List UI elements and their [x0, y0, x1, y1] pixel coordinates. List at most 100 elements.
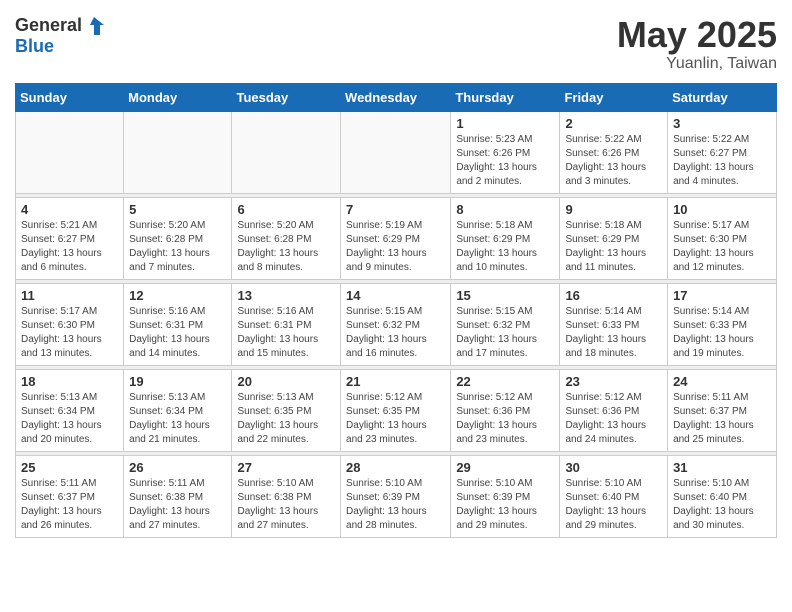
week-row-2: 4 Sunrise: 5:21 AM Sunset: 6:27 PM Daylig…	[16, 197, 777, 279]
day-info: Sunrise: 5:13 AM Sunset: 6:35 PM Dayligh…	[237, 391, 335, 447]
day-info: Sunrise: 5:17 AM Sunset: 6:30 PM Dayligh…	[673, 219, 771, 275]
day-number: 3	[673, 116, 771, 131]
day-info: Sunrise: 5:17 AM Sunset: 6:30 PM Dayligh…	[21, 305, 118, 361]
day-info: Sunrise: 5:10 AM Sunset: 6:39 PM Dayligh…	[456, 477, 554, 533]
day-info: Sunrise: 5:13 AM Sunset: 6:34 PM Dayligh…	[21, 391, 118, 447]
calendar-cell: 1 Sunrise: 5:23 AM Sunset: 6:26 PM Daylig…	[451, 111, 560, 193]
week-row-3: 11 Sunrise: 5:17 AM Sunset: 6:30 PM Dayli…	[16, 283, 777, 365]
day-number: 29	[456, 460, 554, 475]
day-info: Sunrise: 5:19 AM Sunset: 6:29 PM Dayligh…	[346, 219, 445, 275]
day-info: Sunrise: 5:23 AM Sunset: 6:26 PM Dayligh…	[456, 133, 554, 189]
day-info: Sunrise: 5:15 AM Sunset: 6:32 PM Dayligh…	[346, 305, 445, 361]
logo-general: General	[15, 16, 82, 36]
calendar-cell: 15Sunrise: 5:15 AM Sunset: 6:32 PM Dayli…	[451, 283, 560, 365]
weekday-header-wednesday: Wednesday	[341, 83, 451, 111]
day-info: Sunrise: 5:18 AM Sunset: 6:29 PM Dayligh…	[456, 219, 554, 275]
day-info: Sunrise: 5:10 AM Sunset: 6:40 PM Dayligh…	[673, 477, 771, 533]
calendar-cell: 5 Sunrise: 5:20 AM Sunset: 6:28 PM Daylig…	[124, 197, 232, 279]
calendar-table: SundayMondayTuesdayWednesdayThursdayFrid…	[15, 83, 777, 538]
calendar-cell: 22Sunrise: 5:12 AM Sunset: 6:36 PM Dayli…	[451, 369, 560, 451]
day-number: 17	[673, 288, 771, 303]
day-number: 16	[565, 288, 662, 303]
weekday-header-row: SundayMondayTuesdayWednesdayThursdayFrid…	[16, 83, 777, 111]
day-info: Sunrise: 5:22 AM Sunset: 6:26 PM Dayligh…	[565, 133, 662, 189]
week-row-5: 25 Sunrise: 5:11 AM Sunset: 6:37 PM Dayli…	[16, 455, 777, 537]
calendar-cell: 17 Sunrise: 5:14 AM Sunset: 6:33 PM Dayli…	[668, 283, 777, 365]
day-info: Sunrise: 5:10 AM Sunset: 6:38 PM Dayligh…	[237, 477, 335, 533]
day-info: Sunrise: 5:20 AM Sunset: 6:28 PM Dayligh…	[129, 219, 226, 275]
day-info: Sunrise: 5:22 AM Sunset: 6:27 PM Dayligh…	[673, 133, 771, 189]
day-number: 14	[346, 288, 445, 303]
weekday-header-friday: Friday	[560, 83, 668, 111]
month-title: May 2025	[617, 15, 777, 55]
calendar-cell: 21 Sunrise: 5:12 AM Sunset: 6:35 PM Dayli…	[341, 369, 451, 451]
calendar-cell: 25 Sunrise: 5:11 AM Sunset: 6:37 PM Dayli…	[16, 455, 124, 537]
calendar-cell: 10 Sunrise: 5:17 AM Sunset: 6:30 PM Dayli…	[668, 197, 777, 279]
calendar-cell: 3 Sunrise: 5:22 AM Sunset: 6:27 PM Daylig…	[668, 111, 777, 193]
day-info: Sunrise: 5:12 AM Sunset: 6:36 PM Dayligh…	[565, 391, 662, 447]
logo-text: General Blue	[15, 15, 106, 57]
calendar-cell: 30Sunrise: 5:10 AM Sunset: 6:40 PM Dayli…	[560, 455, 668, 537]
calendar-cell: 31 Sunrise: 5:10 AM Sunset: 6:40 PM Dayli…	[668, 455, 777, 537]
day-number: 10	[673, 202, 771, 217]
day-info: Sunrise: 5:11 AM Sunset: 6:37 PM Dayligh…	[673, 391, 771, 447]
day-number: 9	[565, 202, 662, 217]
calendar-cell: 14 Sunrise: 5:15 AM Sunset: 6:32 PM Dayli…	[341, 283, 451, 365]
page-header: General Blue May 2025 Yuanlin, Taiwan	[15, 15, 777, 73]
calendar-cell: 23 Sunrise: 5:12 AM Sunset: 6:36 PM Dayli…	[560, 369, 668, 451]
day-number: 6	[237, 202, 335, 217]
calendar-cell	[16, 111, 124, 193]
day-number: 12	[129, 288, 226, 303]
weekday-header-sunday: Sunday	[16, 83, 124, 111]
day-number: 28	[346, 460, 445, 475]
week-row-1: 1 Sunrise: 5:23 AM Sunset: 6:26 PM Daylig…	[16, 111, 777, 193]
day-number: 5	[129, 202, 226, 217]
logo: General Blue	[15, 15, 106, 57]
day-info: Sunrise: 5:16 AM Sunset: 6:31 PM Dayligh…	[237, 305, 335, 361]
calendar-cell	[341, 111, 451, 193]
week-row-4: 18Sunrise: 5:13 AM Sunset: 6:34 PM Dayli…	[16, 369, 777, 451]
day-number: 21	[346, 374, 445, 389]
calendar-cell	[124, 111, 232, 193]
day-number: 2	[565, 116, 662, 131]
calendar-cell: 12 Sunrise: 5:16 AM Sunset: 6:31 PM Dayli…	[124, 283, 232, 365]
logo-blue: Blue	[15, 37, 106, 57]
calendar-cell: 27 Sunrise: 5:10 AM Sunset: 6:38 PM Dayli…	[232, 455, 341, 537]
day-number: 31	[673, 460, 771, 475]
day-number: 13	[237, 288, 335, 303]
day-number: 8	[456, 202, 554, 217]
day-number: 24	[673, 374, 771, 389]
weekday-header-thursday: Thursday	[451, 83, 560, 111]
day-info: Sunrise: 5:14 AM Sunset: 6:33 PM Dayligh…	[673, 305, 771, 361]
weekday-header-tuesday: Tuesday	[232, 83, 341, 111]
calendar-cell: 29 Sunrise: 5:10 AM Sunset: 6:39 PM Dayli…	[451, 455, 560, 537]
day-number: 26	[129, 460, 226, 475]
day-info: Sunrise: 5:13 AM Sunset: 6:34 PM Dayligh…	[129, 391, 226, 447]
day-info: Sunrise: 5:12 AM Sunset: 6:35 PM Dayligh…	[346, 391, 445, 447]
calendar-cell: 24 Sunrise: 5:11 AM Sunset: 6:37 PM Dayli…	[668, 369, 777, 451]
calendar-cell	[232, 111, 341, 193]
day-number: 19	[129, 374, 226, 389]
calendar-cell: 20Sunrise: 5:13 AM Sunset: 6:35 PM Dayli…	[232, 369, 341, 451]
day-info: Sunrise: 5:16 AM Sunset: 6:31 PM Dayligh…	[129, 305, 226, 361]
day-info: Sunrise: 5:11 AM Sunset: 6:38 PM Dayligh…	[129, 477, 226, 533]
day-info: Sunrise: 5:11 AM Sunset: 6:37 PM Dayligh…	[21, 477, 118, 533]
day-info: Sunrise: 5:10 AM Sunset: 6:39 PM Dayligh…	[346, 477, 445, 533]
day-number: 11	[21, 288, 118, 303]
location-title: Yuanlin, Taiwan	[617, 55, 777, 73]
day-info: Sunrise: 5:18 AM Sunset: 6:29 PM Dayligh…	[565, 219, 662, 275]
day-number: 15	[456, 288, 554, 303]
calendar-cell: 18Sunrise: 5:13 AM Sunset: 6:34 PM Dayli…	[16, 369, 124, 451]
day-number: 4	[21, 202, 118, 217]
day-number: 23	[565, 374, 662, 389]
day-info: Sunrise: 5:21 AM Sunset: 6:27 PM Dayligh…	[21, 219, 118, 275]
day-number: 1	[456, 116, 554, 131]
day-info: Sunrise: 5:12 AM Sunset: 6:36 PM Dayligh…	[456, 391, 554, 447]
day-number: 25	[21, 460, 118, 475]
day-info: Sunrise: 5:20 AM Sunset: 6:28 PM Dayligh…	[237, 219, 335, 275]
day-number: 27	[237, 460, 335, 475]
day-number: 30	[565, 460, 662, 475]
calendar-cell: 8 Sunrise: 5:18 AM Sunset: 6:29 PM Daylig…	[451, 197, 560, 279]
weekday-header-saturday: Saturday	[668, 83, 777, 111]
calendar-cell: 9 Sunrise: 5:18 AM Sunset: 6:29 PM Daylig…	[560, 197, 668, 279]
